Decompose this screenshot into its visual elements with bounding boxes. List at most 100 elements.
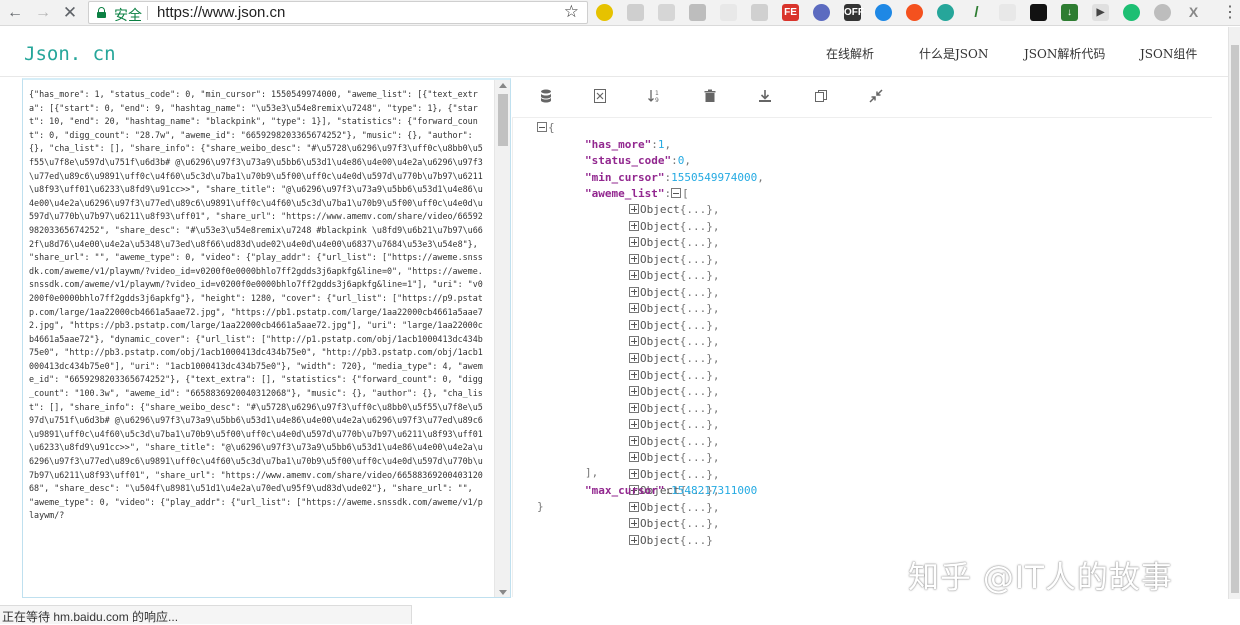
extension-icon-fe[interactable]: FE (782, 4, 799, 21)
extension-icon-17[interactable]: ▶ (1092, 4, 1109, 21)
extension-icon-15[interactable] (1030, 4, 1047, 21)
aweme-object-row: Object{...}, (629, 385, 720, 398)
object-label[interactable]: Object (640, 319, 680, 332)
object-collapsed: {...} (679, 434, 713, 448)
object-label[interactable]: Object (640, 468, 680, 481)
extension-icon-3[interactable] (658, 4, 675, 21)
expand-object-icon[interactable] (629, 303, 639, 314)
extension-icon-5[interactable] (720, 4, 737, 21)
expand-object-icon[interactable] (629, 386, 639, 397)
extension-icon-10[interactable] (875, 4, 892, 21)
object-label[interactable]: Object (640, 451, 680, 464)
extension-icon-11[interactable] (906, 4, 923, 21)
extension-icon-13[interactable]: / (968, 4, 985, 21)
object-label[interactable]: Object (640, 418, 680, 431)
object-label[interactable]: Object (640, 402, 680, 415)
editor-scrollbar[interactable] (494, 80, 510, 597)
nav-what-is-json[interactable]: 什么是JSON (919, 45, 988, 62)
max-cursor-line: "max_cursor":1548217311000 (585, 484, 758, 497)
expand-object-icon[interactable] (629, 501, 639, 512)
scroll-down-icon[interactable] (499, 590, 507, 595)
site-logo[interactable]: Json. cn (24, 43, 116, 65)
extension-icon-14[interactable] (999, 4, 1016, 21)
expand-object-icon[interactable] (629, 336, 639, 347)
extension-icon-8[interactable] (813, 4, 830, 21)
object-collapsed: {...} (679, 203, 713, 216)
expand-object-icon[interactable] (629, 270, 639, 281)
expand-object-icon[interactable] (629, 319, 639, 330)
page-scroll-thumb[interactable] (1231, 45, 1239, 593)
aweme-object-row: Object{...}, (629, 468, 720, 481)
expand-object-icon[interactable] (629, 369, 639, 380)
object-label[interactable]: Object (640, 501, 680, 514)
object-label[interactable]: Object (640, 286, 680, 299)
object-label[interactable]: Object (640, 385, 680, 398)
object-label[interactable]: Object (640, 517, 680, 530)
aweme-object-row: Object{...}, (629, 220, 720, 233)
compress-icon[interactable] (868, 88, 884, 104)
object-label[interactable]: Object (640, 534, 680, 547)
expand-object-icon[interactable] (629, 468, 639, 479)
excel-icon[interactable] (592, 88, 608, 104)
object-label[interactable]: Object (640, 269, 680, 282)
expand-object-icon[interactable] (629, 419, 639, 430)
expand-object-icon[interactable] (629, 286, 639, 297)
extension-icon-20[interactable]: Χ (1185, 4, 1202, 21)
json-input-editor[interactable]: {"has_more": 1, "status_code": 0, "min_c… (22, 78, 511, 598)
nav-online-parse[interactable]: 在线解析 (826, 45, 874, 62)
object-collapsed: {...} (679, 418, 713, 432)
extension-icon-12[interactable] (937, 4, 954, 21)
extension-icon-1[interactable] (596, 4, 613, 21)
object-label[interactable]: Object (640, 302, 680, 315)
object-label[interactable]: Object (640, 253, 680, 266)
extension-icon-4[interactable] (689, 4, 706, 21)
copy-icon[interactable] (813, 88, 829, 104)
expand-object-icon[interactable] (629, 353, 639, 363)
download-icon[interactable] (757, 88, 773, 104)
expand-object-icon[interactable] (629, 452, 639, 463)
extension-icon-off[interactable]: OFF (844, 4, 864, 21)
object-label[interactable]: Object (640, 435, 680, 448)
expand-object-icon[interactable] (629, 402, 639, 413)
object-label[interactable]: Object (640, 369, 680, 382)
browser-menu-icon[interactable]: ⋮ (1222, 2, 1238, 22)
page-scrollbar[interactable] (1228, 27, 1240, 599)
expand-object-icon[interactable] (629, 237, 639, 248)
database-icon[interactable] (538, 88, 554, 104)
forward-icon[interactable]: → (33, 3, 53, 23)
json-tree-viewer: { "has_more":1, "status_code":0, "min_cu… (512, 117, 1212, 597)
expand-object-icon[interactable] (629, 253, 639, 264)
extension-icon-2[interactable] (627, 4, 644, 21)
address-bar[interactable]: 安全 https://www.json.cn ☆ (88, 1, 588, 24)
extension-icon-6[interactable] (751, 4, 768, 21)
trash-icon[interactable] (702, 88, 718, 104)
object-collapsed: {...} (679, 517, 713, 531)
editor-scroll-thumb[interactable] (498, 94, 508, 146)
bookmark-star-icon[interactable]: ☆ (564, 2, 579, 22)
object-label[interactable]: Object (640, 220, 680, 233)
object-label[interactable]: Object (640, 352, 680, 365)
download-extension-icon[interactable]: ↓ (1061, 4, 1078, 21)
expand-object-icon[interactable] (629, 220, 639, 231)
object-label[interactable]: Object (640, 203, 680, 216)
json-raw-text[interactable]: {"has_more": 1, "status_code": 0, "min_c… (29, 88, 484, 523)
extension-icon-18[interactable] (1123, 4, 1140, 21)
has-more-line: "has_more":1, (585, 138, 672, 151)
collapse-root-icon[interactable] (537, 122, 547, 132)
object-label[interactable]: Object (640, 236, 680, 249)
collapse-array-icon[interactable] (671, 188, 682, 198)
nav-json-parse-code[interactable]: JSON解析代码 (1024, 45, 1105, 62)
expand-object-icon[interactable] (629, 535, 639, 545)
sort-icon[interactable]: 19 (647, 88, 663, 104)
expand-object-icon[interactable] (629, 435, 639, 446)
stop-loading-icon[interactable]: ✕ (60, 3, 80, 23)
nav-json-components[interactable]: JSON组件 (1140, 45, 1197, 62)
expand-object-icon[interactable] (629, 518, 639, 529)
url-text[interactable]: https://www.json.cn (157, 4, 285, 21)
back-icon[interactable]: ← (5, 3, 25, 23)
expand-object-icon[interactable] (629, 204, 639, 214)
object-label[interactable]: Object (640, 335, 680, 348)
extension-icon-19[interactable] (1154, 4, 1171, 21)
object-collapsed: {...} (679, 269, 713, 283)
scroll-up-icon[interactable] (499, 83, 507, 88)
